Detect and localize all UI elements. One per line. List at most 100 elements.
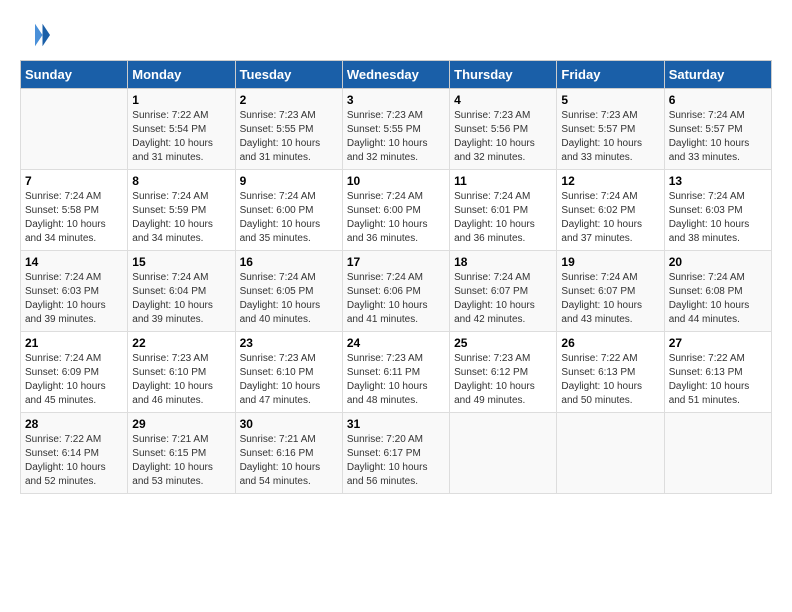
day-info: Sunrise: 7:22 AMSunset: 6:13 PMDaylight:… bbox=[561, 352, 659, 408]
calendar-cell: 30 Sunrise: 7:21 AMSunset: 6:16 PMDayligh… bbox=[235, 413, 342, 494]
day-number: 1 bbox=[132, 93, 230, 107]
day-number: 19 bbox=[561, 255, 659, 269]
calendar-cell: 22 Sunrise: 7:23 AMSunset: 6:10 PMDayligh… bbox=[128, 332, 235, 413]
day-info: Sunrise: 7:23 AMSunset: 6:12 PMDaylight:… bbox=[454, 352, 552, 408]
calendar-cell: 13 Sunrise: 7:24 AMSunset: 6:03 PMDayligh… bbox=[664, 170, 771, 251]
calendar-cell: 17Sunrise: 7:24 AMSunset: 6:06 PMDayligh… bbox=[342, 251, 449, 332]
day-number: 17 bbox=[347, 255, 445, 269]
day-info: Sunrise: 7:23 AMSunset: 6:10 PMDaylight:… bbox=[132, 352, 230, 408]
header-cell-tuesday: Tuesday bbox=[235, 61, 342, 89]
calendar-cell: 25 Sunrise: 7:23 AMSunset: 6:12 PMDayligh… bbox=[450, 332, 557, 413]
calendar-cell: 31Sunrise: 7:20 AMSunset: 6:17 PMDayligh… bbox=[342, 413, 449, 494]
day-number: 16 bbox=[240, 255, 338, 269]
day-info: Sunrise: 7:24 AMSunset: 6:09 PMDaylight:… bbox=[25, 352, 123, 408]
calendar-body: 1 Sunrise: 7:22 AMSunset: 5:54 PMDaylight… bbox=[21, 89, 772, 494]
day-info: Sunrise: 7:23 AMSunset: 6:11 PMDaylight:… bbox=[347, 352, 445, 408]
calendar-cell: 23Sunrise: 7:23 AMSunset: 6:10 PMDayligh… bbox=[235, 332, 342, 413]
calendar-cell bbox=[664, 413, 771, 494]
day-info: Sunrise: 7:23 AMSunset: 5:56 PMDaylight:… bbox=[454, 109, 552, 165]
calendar-cell: 19 Sunrise: 7:24 AMSunset: 6:07 PMDayligh… bbox=[557, 251, 664, 332]
day-number: 4 bbox=[454, 93, 552, 107]
calendar-cell: 3 Sunrise: 7:23 AMSunset: 5:55 PMDaylight… bbox=[342, 89, 449, 170]
header-row: SundayMondayTuesdayWednesdayThursdayFrid… bbox=[21, 61, 772, 89]
calendar-cell: 10 Sunrise: 7:24 AMSunset: 6:00 PMDayligh… bbox=[342, 170, 449, 251]
day-number: 29 bbox=[132, 417, 230, 431]
calendar-cell: 11 Sunrise: 7:24 AMSunset: 6:01 PMDayligh… bbox=[450, 170, 557, 251]
day-info: Sunrise: 7:24 AMSunset: 5:57 PMDaylight:… bbox=[669, 109, 767, 165]
day-info: Sunrise: 7:24 AMSunset: 6:05 PMDaylight:… bbox=[240, 271, 338, 327]
calendar-cell: 26 Sunrise: 7:22 AMSunset: 6:13 PMDayligh… bbox=[557, 332, 664, 413]
day-info: Sunrise: 7:24 AMSunset: 6:03 PMDaylight:… bbox=[669, 190, 767, 246]
day-info: Sunrise: 7:24 AMSunset: 6:00 PMDaylight:… bbox=[240, 190, 338, 246]
day-number: 31 bbox=[347, 417, 445, 431]
day-info: Sunrise: 7:22 AMSunset: 6:14 PMDaylight:… bbox=[25, 433, 123, 489]
calendar-cell: 14 Sunrise: 7:24 AMSunset: 6:03 PMDayligh… bbox=[21, 251, 128, 332]
calendar-cell: 29 Sunrise: 7:21 AMSunset: 6:15 PMDayligh… bbox=[128, 413, 235, 494]
day-info: Sunrise: 7:24 AMSunset: 5:58 PMDaylight:… bbox=[25, 190, 123, 246]
calendar-cell: 28 Sunrise: 7:22 AMSunset: 6:14 PMDayligh… bbox=[21, 413, 128, 494]
day-number: 25 bbox=[454, 336, 552, 350]
day-info: Sunrise: 7:21 AMSunset: 6:15 PMDaylight:… bbox=[132, 433, 230, 489]
calendar-cell: 15 Sunrise: 7:24 AMSunset: 6:04 PMDayligh… bbox=[128, 251, 235, 332]
calendar-table: SundayMondayTuesdayWednesdayThursdayFrid… bbox=[20, 60, 772, 494]
day-number: 21 bbox=[25, 336, 123, 350]
day-number: 3 bbox=[347, 93, 445, 107]
day-number: 12 bbox=[561, 174, 659, 188]
day-number: 11 bbox=[454, 174, 552, 188]
day-number: 20 bbox=[669, 255, 767, 269]
calendar-cell: 21 Sunrise: 7:24 AMSunset: 6:09 PMDayligh… bbox=[21, 332, 128, 413]
day-info: Sunrise: 7:24 AMSunset: 5:59 PMDaylight:… bbox=[132, 190, 230, 246]
day-number: 7 bbox=[25, 174, 123, 188]
header-cell-wednesday: Wednesday bbox=[342, 61, 449, 89]
calendar-header: SundayMondayTuesdayWednesdayThursdayFrid… bbox=[21, 61, 772, 89]
week-row-1: 7 Sunrise: 7:24 AMSunset: 5:58 PMDaylight… bbox=[21, 170, 772, 251]
day-info: Sunrise: 7:24 AMSunset: 6:07 PMDaylight:… bbox=[561, 271, 659, 327]
day-info: Sunrise: 7:24 AMSunset: 6:07 PMDaylight:… bbox=[454, 271, 552, 327]
day-info: Sunrise: 7:23 AMSunset: 5:55 PMDaylight:… bbox=[347, 109, 445, 165]
header-cell-thursday: Thursday bbox=[450, 61, 557, 89]
calendar-cell: 18Sunrise: 7:24 AMSunset: 6:07 PMDayligh… bbox=[450, 251, 557, 332]
header-cell-friday: Friday bbox=[557, 61, 664, 89]
day-info: Sunrise: 7:24 AMSunset: 6:08 PMDaylight:… bbox=[669, 271, 767, 327]
day-number: 13 bbox=[669, 174, 767, 188]
logo bbox=[20, 20, 52, 50]
day-number: 10 bbox=[347, 174, 445, 188]
day-number: 14 bbox=[25, 255, 123, 269]
day-number: 28 bbox=[25, 417, 123, 431]
calendar-cell bbox=[21, 89, 128, 170]
day-info: Sunrise: 7:24 AMSunset: 6:02 PMDaylight:… bbox=[561, 190, 659, 246]
day-info: Sunrise: 7:23 AMSunset: 5:57 PMDaylight:… bbox=[561, 109, 659, 165]
week-row-3: 21 Sunrise: 7:24 AMSunset: 6:09 PMDayligh… bbox=[21, 332, 772, 413]
day-number: 26 bbox=[561, 336, 659, 350]
day-number: 8 bbox=[132, 174, 230, 188]
calendar-cell bbox=[450, 413, 557, 494]
header-cell-saturday: Saturday bbox=[664, 61, 771, 89]
day-info: Sunrise: 7:24 AMSunset: 6:00 PMDaylight:… bbox=[347, 190, 445, 246]
calendar-cell: 9 Sunrise: 7:24 AMSunset: 6:00 PMDaylight… bbox=[235, 170, 342, 251]
calendar-cell: 8 Sunrise: 7:24 AMSunset: 5:59 PMDaylight… bbox=[128, 170, 235, 251]
day-number: 9 bbox=[240, 174, 338, 188]
day-info: Sunrise: 7:23 AMSunset: 5:55 PMDaylight:… bbox=[240, 109, 338, 165]
calendar-cell: 7 Sunrise: 7:24 AMSunset: 5:58 PMDaylight… bbox=[21, 170, 128, 251]
day-number: 6 bbox=[669, 93, 767, 107]
day-number: 15 bbox=[132, 255, 230, 269]
day-number: 22 bbox=[132, 336, 230, 350]
day-number: 24 bbox=[347, 336, 445, 350]
day-number: 30 bbox=[240, 417, 338, 431]
header-cell-sunday: Sunday bbox=[21, 61, 128, 89]
day-info: Sunrise: 7:24 AMSunset: 6:03 PMDaylight:… bbox=[25, 271, 123, 327]
calendar-cell: 27Sunrise: 7:22 AMSunset: 6:13 PMDayligh… bbox=[664, 332, 771, 413]
day-info: Sunrise: 7:22 AMSunset: 5:54 PMDaylight:… bbox=[132, 109, 230, 165]
week-row-0: 1 Sunrise: 7:22 AMSunset: 5:54 PMDaylight… bbox=[21, 89, 772, 170]
week-row-2: 14 Sunrise: 7:24 AMSunset: 6:03 PMDayligh… bbox=[21, 251, 772, 332]
calendar-cell: 6 Sunrise: 7:24 AMSunset: 5:57 PMDaylight… bbox=[664, 89, 771, 170]
page-header bbox=[20, 20, 772, 50]
day-number: 23 bbox=[240, 336, 338, 350]
day-info: Sunrise: 7:24 AMSunset: 6:01 PMDaylight:… bbox=[454, 190, 552, 246]
day-info: Sunrise: 7:21 AMSunset: 6:16 PMDaylight:… bbox=[240, 433, 338, 489]
day-info: Sunrise: 7:24 AMSunset: 6:04 PMDaylight:… bbox=[132, 271, 230, 327]
header-cell-monday: Monday bbox=[128, 61, 235, 89]
calendar-cell bbox=[557, 413, 664, 494]
calendar-cell: 1 Sunrise: 7:22 AMSunset: 5:54 PMDaylight… bbox=[128, 89, 235, 170]
day-number: 5 bbox=[561, 93, 659, 107]
